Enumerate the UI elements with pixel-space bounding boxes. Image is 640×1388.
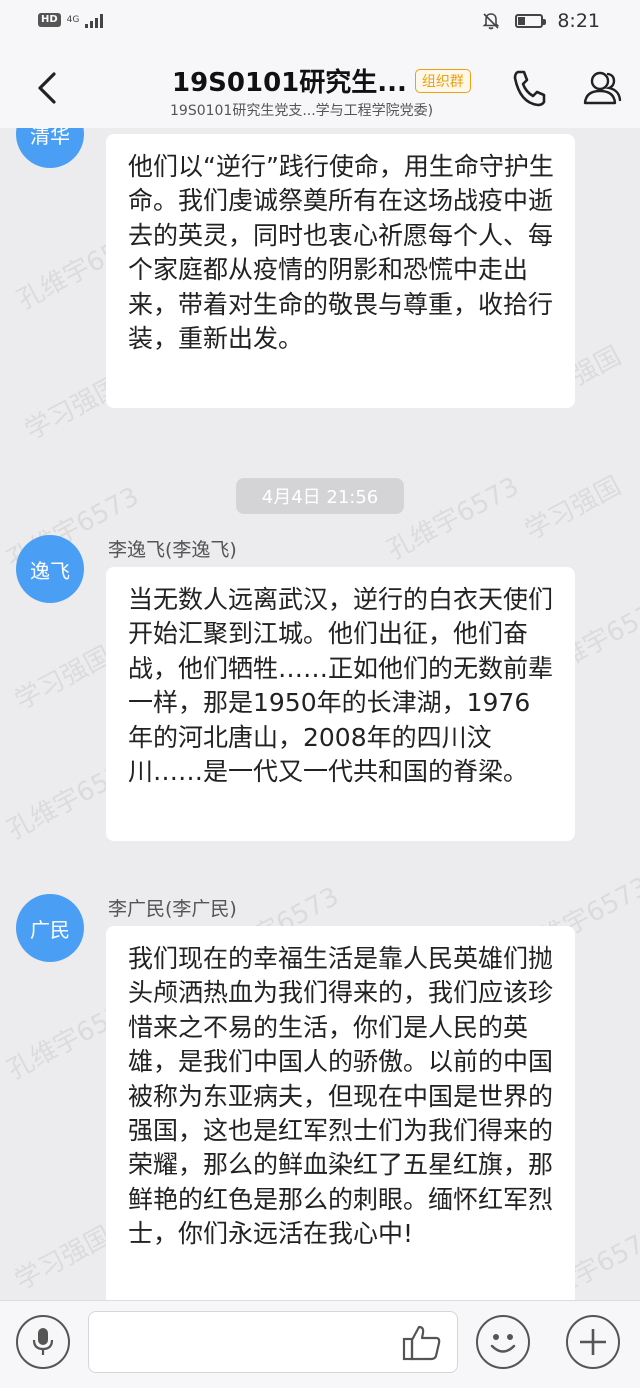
timestamp: 4月4日 21:56 — [236, 478, 404, 514]
battery-fill — [518, 17, 525, 25]
input-bar — [0, 1300, 640, 1388]
watermark: 学习强国 — [10, 1221, 117, 1297]
back-button[interactable] — [30, 66, 70, 110]
hd-icon: HD — [38, 13, 61, 27]
status-right: 8:21 — [481, 10, 600, 32]
mute-bell-icon — [482, 13, 500, 30]
clock: 8:21 — [557, 10, 600, 32]
group-members-button[interactable] — [580, 66, 624, 110]
plus-icon — [580, 1329, 606, 1355]
members-icon — [583, 71, 622, 105]
avatar[interactable]: 广民 — [16, 894, 84, 962]
emoji-button[interactable] — [476, 1315, 530, 1369]
group-title[interactable]: 19S0101研究生... — [172, 62, 407, 99]
message-bubble[interactable]: 当无数人远离武汉，逆行的白衣天使们开始汇聚到江城。他们出征，他们奋战，他们牺牲…… — [106, 567, 575, 841]
thumbs-up-button[interactable] — [400, 1321, 444, 1365]
back-arrow-icon — [38, 72, 56, 104]
network-type: 4G — [66, 14, 80, 25]
status-bar: HD 4G 8:21 — [0, 0, 640, 44]
thumbs-up-icon — [402, 1325, 441, 1361]
signal-icon — [85, 12, 104, 28]
avatar[interactable]: 清华 — [16, 128, 84, 168]
title-row: 19S0101研究生... 组织群 — [172, 62, 471, 99]
sender-name: 李逸飞(李逸飞) — [108, 539, 237, 561]
call-button[interactable] — [508, 66, 548, 110]
more-button[interactable] — [566, 1315, 620, 1369]
watermark: 学习强国 — [10, 641, 117, 717]
chat-header: 19S0101研究生... 组织群 19S0101研究生党支...学与工程学院党… — [0, 44, 640, 128]
message-bubble[interactable]: 我们现在的幸福生活是靠人民英雄们抛头颅洒热血为我们得来的，我们应该珍惜来之不易的… — [106, 926, 575, 1300]
avatar[interactable]: 逸飞 — [16, 535, 84, 603]
status-left: HD 4G — [38, 12, 104, 28]
microphone-icon — [32, 1328, 54, 1355]
sender-name: 李广民(李广民) — [108, 898, 237, 920]
battery-icon — [515, 14, 547, 28]
watermark: 学习强国 — [520, 471, 627, 547]
phone-icon — [513, 70, 546, 107]
emoji-icon — [490, 1334, 516, 1353]
group-type-badge: 组织群 — [414, 68, 471, 93]
voice-input-button[interactable] — [16, 1315, 70, 1369]
message-bubble[interactable]: 他们以“逆行”践行使命，用生命守护生命。我们虔诚祭奠所有在这场战疫中逝去的英灵，… — [106, 134, 575, 408]
group-subtitle: 19S0101研究生党支...学与工程学院党委) — [170, 103, 434, 119]
chat-area[interactable]: 孔维宇6573 学习强国 学习强国 孔维宇6573 孔维宇6573 学习强国 学… — [0, 128, 640, 1300]
